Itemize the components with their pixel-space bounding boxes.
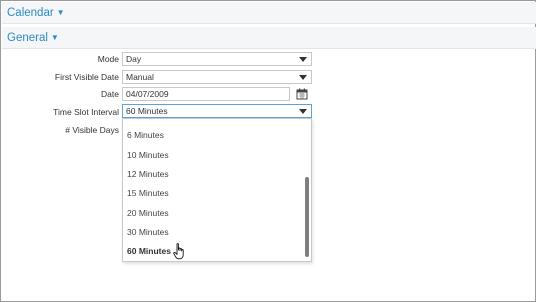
dropdown-option[interactable]: 6 Minutes — [127, 130, 164, 140]
dropdown-option[interactable]: 20 Minutes — [127, 208, 169, 218]
dropdown-option[interactable]: 12 Minutes — [127, 169, 169, 179]
date-input[interactable]: 04/07/2009 — [122, 87, 290, 101]
date-value: 04/07/2009 — [126, 89, 169, 99]
caret-down-icon: ▼ — [56, 8, 65, 17]
settings-panel: Calendar ▼ General ▼ Mode Day First Visibl… — [0, 0, 536, 302]
section-label-general: General — [7, 32, 48, 44]
first-visible-date-select[interactable]: Manual — [122, 70, 312, 84]
first-visible-date-value: Manual — [126, 72, 154, 82]
mode-select[interactable]: Day — [122, 52, 312, 66]
mode-value: Day — [126, 54, 142, 64]
dropdown-option[interactable]: 15 Minutes — [127, 188, 169, 198]
section-header-calendar[interactable]: Calendar ▼ — [2, 2, 536, 24]
chevron-down-icon[interactable] — [295, 105, 311, 117]
caret-down-icon: ▼ — [50, 33, 59, 42]
dropdown-option-selected[interactable]: 60 Minutes — [127, 246, 171, 256]
calendar-icon[interactable] — [293, 87, 311, 101]
section-label-calendar: Calendar — [7, 7, 54, 19]
time-slot-interval-dropdown[interactable]: 6 Minutes 10 Minutes 12 Minutes 15 Minut… — [122, 118, 312, 262]
section-header-general[interactable]: General ▼ — [2, 27, 536, 49]
date-label: Date — [101, 89, 119, 99]
dropdown-scrollbar[interactable] — [305, 177, 309, 257]
time-slot-interval-label: Time Slot Interval — [53, 107, 119, 117]
time-slot-interval-select[interactable]: 60 Minutes — [122, 104, 312, 118]
first-visible-date-label: First Visible Date — [54, 72, 119, 82]
dropdown-option[interactable]: 30 Minutes — [127, 227, 169, 237]
dropdown-option[interactable]: 10 Minutes — [127, 150, 169, 160]
chevron-down-icon[interactable] — [295, 53, 311, 65]
visible-days-label: # Visible Days — [65, 125, 119, 135]
time-slot-interval-value: 60 Minutes — [126, 106, 168, 116]
hand-cursor-icon — [173, 243, 186, 265]
mode-label: Mode — [97, 54, 119, 64]
chevron-down-icon[interactable] — [295, 71, 311, 83]
